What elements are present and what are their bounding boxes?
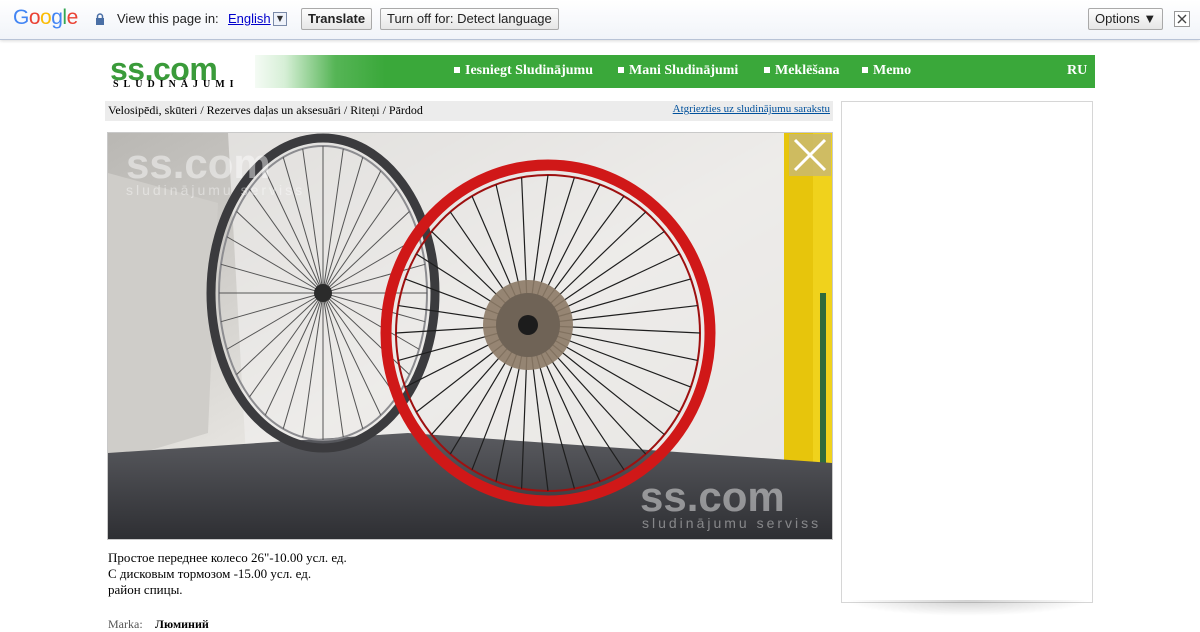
- description-line: Простое переднее колесо 26"-10.00 усл. е…: [108, 550, 347, 565]
- nav-search[interactable]: Meklēšana: [764, 63, 840, 79]
- advertisement-shadow: [845, 600, 1090, 616]
- nav-my-ads[interactable]: Mani Sludinājumi: [618, 63, 738, 79]
- logo-letter: G: [13, 6, 29, 29]
- logo-letter: e: [66, 6, 79, 29]
- nav-label: Iesniegt Sludinājumu: [465, 63, 593, 78]
- logo-letter: o: [40, 6, 52, 29]
- watermark-top: ss.com: [126, 140, 271, 187]
- nav-label: Meklēšana: [775, 63, 840, 78]
- watermark-bottom-sub: sludinājumu serviss: [642, 515, 821, 531]
- description-line: район спицы.: [108, 582, 183, 597]
- translate-button[interactable]: Translate: [301, 8, 373, 30]
- site-logo[interactable]: ss.com SLUDINĀJUMI: [105, 51, 255, 90]
- nav-label: Memo: [873, 63, 912, 78]
- breadcrumb: Velosipēdi, skūteri / Rezerves daļas un …: [105, 101, 833, 121]
- back-to-list-link[interactable]: Atgriezties uz sludinājumu sarakstu: [673, 103, 830, 115]
- turn-off-button[interactable]: Turn off for: Detect language: [380, 8, 559, 30]
- logo-subtitle: SLUDINĀJUMI: [113, 79, 239, 90]
- main-nav: Iesniegt Sludinājumu Mani Sludinājumi Me…: [245, 55, 1095, 88]
- nav-submit-ad[interactable]: Iesniegt Sludinājumu: [454, 63, 593, 79]
- google-logo: Google: [13, 6, 78, 30]
- watermark-bottom: ss.com: [640, 473, 785, 520]
- breadcrumb-path[interactable]: Velosipēdi, skūteri / Rezerves daļas un …: [108, 103, 423, 118]
- language-switch-ru[interactable]: RU: [1067, 63, 1087, 79]
- nav-label: Mani Sludinājumi: [629, 63, 739, 78]
- translate-bar: Google View this page in: English ▼ Tran…: [0, 0, 1200, 40]
- logo-letter: o: [28, 6, 41, 29]
- options-button[interactable]: Options ▼: [1088, 8, 1164, 30]
- site-header: Iesniegt Sludinājumu Mani Sludinājumi Me…: [105, 51, 1095, 90]
- lock-icon: [96, 13, 104, 25]
- logo-letter: g: [51, 6, 63, 29]
- wheels-photo: ss.com sludinājumu serviss ss.com sludin…: [108, 133, 832, 539]
- language-select[interactable]: English: [228, 11, 271, 26]
- close-icon: [1177, 14, 1187, 24]
- nav-memo[interactable]: Memo: [862, 63, 911, 79]
- ad-photo[interactable]: ss.com sludinājumu serviss ss.com sludin…: [107, 132, 833, 540]
- close-translate-bar-button[interactable]: [1174, 11, 1190, 27]
- watermark-top-sub: sludinājumu serviss: [126, 182, 305, 198]
- dropdown-arrow-icon[interactable]: ▼: [273, 12, 287, 26]
- advertisement-box: [841, 101, 1093, 603]
- description-line: С дисковым тормозом -15.00 усл. ед.: [108, 566, 312, 581]
- close-photo-icon[interactable]: [789, 134, 831, 176]
- view-page-text: View this page in:: [117, 11, 219, 26]
- ad-description: Простое переднее колесо 26"-10.00 усл. е…: [108, 550, 347, 598]
